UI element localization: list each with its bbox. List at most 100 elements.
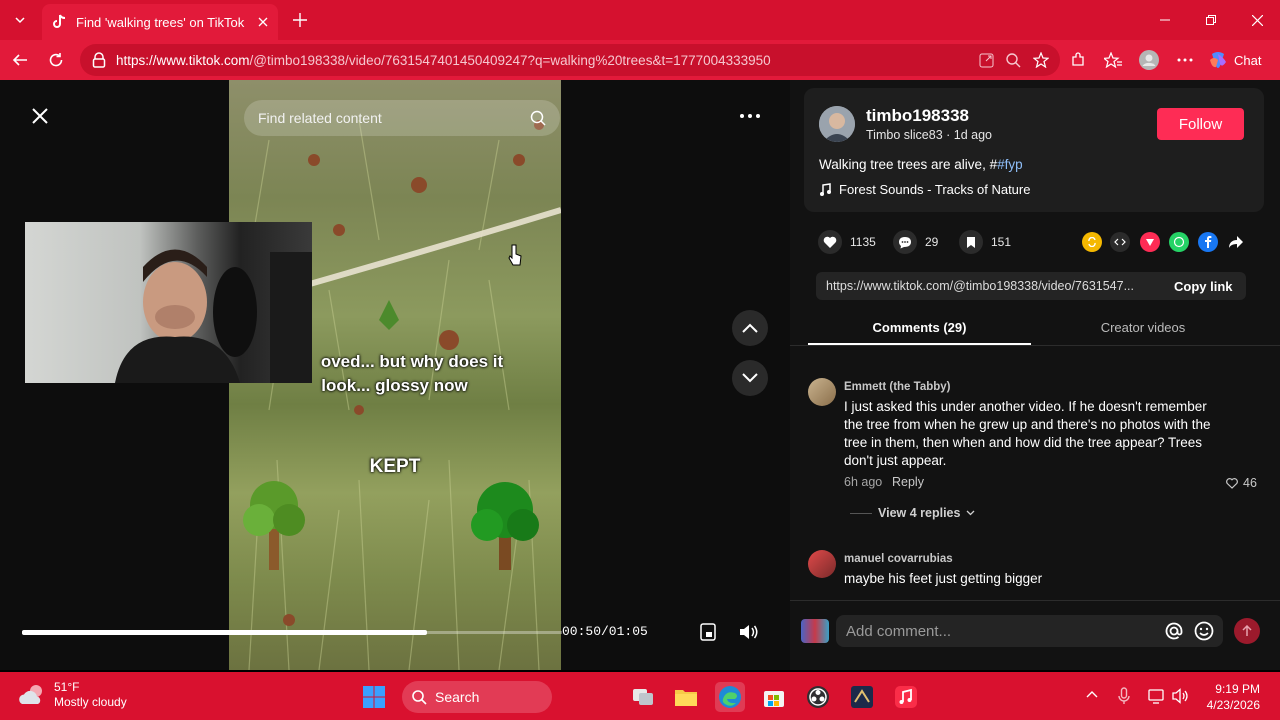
more-horizontal-icon <box>740 114 760 118</box>
edge-browser-button[interactable] <box>715 682 745 712</box>
caption-line-2: look... glossy now <box>321 376 468 395</box>
store-icon <box>764 691 784 707</box>
extensions-button[interactable] <box>1064 46 1092 74</box>
view-replies-button[interactable]: View 4 replies <box>850 506 975 520</box>
next-video-button[interactable] <box>732 360 768 396</box>
file-explorer-button[interactable] <box>671 682 701 712</box>
microphone-icon[interactable] <box>1118 687 1130 705</box>
caption-line-1: oved... but why does it <box>320 352 504 371</box>
commenter-avatar[interactable] <box>808 378 836 406</box>
send-to-friends-icon[interactable] <box>1140 232 1160 252</box>
taskbar-search[interactable]: Search <box>402 681 552 713</box>
tab-actions-menu-button[interactable] <box>6 6 34 34</box>
site-info-icon[interactable] <box>92 52 106 68</box>
folder-icon <box>675 690 697 706</box>
copilot-chat-button[interactable]: Chat <box>1208 46 1272 74</box>
comment-author[interactable]: manuel covarrubias <box>844 553 953 565</box>
search-icon <box>412 689 427 705</box>
follow-button[interactable]: Follow <box>1157 108 1244 140</box>
reply-button[interactable]: Reply <box>892 475 924 489</box>
close-icon <box>32 108 48 124</box>
microsoft-store-button[interactable] <box>759 682 789 712</box>
webcam-person <box>115 249 312 383</box>
refresh-button[interactable] <box>42 46 70 74</box>
find-related-placeholder: Find related content <box>258 110 382 126</box>
close-video-button[interactable] <box>24 100 56 132</box>
edge-icon <box>719 686 741 708</box>
close-window-button[interactable] <box>1234 0 1280 40</box>
restore-icon <box>1206 15 1216 25</box>
comment-count: 29 <box>925 235 939 249</box>
commenter-avatar[interactable] <box>808 550 836 578</box>
post-comment-button[interactable] <box>1234 618 1260 644</box>
windows-logo-icon <box>363 686 385 708</box>
comment-stat[interactable]: 29 <box>893 230 938 254</box>
open-in-app-button[interactable] <box>972 46 1000 74</box>
more-horizontal-icon <box>1177 58 1193 62</box>
plus-icon <box>293 13 307 27</box>
timecode: 00:50/01:05 <box>562 624 648 639</box>
weather-desc: Mostly cloudy <box>54 695 127 709</box>
facebook-icon[interactable] <box>1198 232 1218 252</box>
embed-icon[interactable] <box>1110 232 1130 252</box>
music-link[interactable]: Forest Sounds - Tracks of Nature <box>819 182 1030 197</box>
comment-text: I just asked this under another video. I… <box>844 399 1211 468</box>
share-icon[interactable] <box>1226 232 1246 252</box>
game-app-button[interactable] <box>847 682 877 712</box>
heart-icon[interactable] <box>818 230 842 254</box>
favorites-icon <box>1104 52 1122 68</box>
url-path: /@timbo198338/video/7631547401450409247?… <box>249 52 771 68</box>
tab-divider <box>790 345 1280 346</box>
volume-button[interactable] <box>733 616 765 648</box>
creator-username[interactable]: timbo198338 <box>866 106 969 126</box>
system-clock[interactable]: 9:19 PM 4/23/2026 <box>1180 681 1260 713</box>
more-options-button[interactable] <box>734 100 766 132</box>
comment-author[interactable]: Emmett (the Tabby) <box>844 381 951 393</box>
previous-video-button[interactable] <box>732 310 768 346</box>
favorite-button[interactable] <box>1027 46 1055 74</box>
hashtag-link[interactable]: #fyp <box>997 157 1023 172</box>
tree-emoji-left <box>243 481 305 570</box>
mention-icon[interactable] <box>1164 621 1184 641</box>
save-stat[interactable]: 151 <box>959 230 1011 254</box>
music-app-button[interactable] <box>891 682 921 712</box>
start-button[interactable] <box>359 682 389 712</box>
restore-button[interactable] <box>1188 0 1234 40</box>
settings-more-button[interactable] <box>1171 46 1199 74</box>
creator-avatar[interactable] <box>819 106 855 142</box>
my-avatar <box>801 619 829 643</box>
minimize-icon <box>1160 19 1170 21</box>
back-button[interactable] <box>6 46 34 74</box>
obs-button[interactable] <box>803 682 833 712</box>
share-link-url[interactable]: https://www.tiktok.com/@timbo198338/vide… <box>826 279 1158 293</box>
find-related-search[interactable]: Find related content <box>244 100 560 136</box>
repost-icon[interactable] <box>1082 232 1102 252</box>
address-bar[interactable]: https://www.tiktok.com/@timbo198338/vide… <box>80 44 1060 76</box>
comment-like[interactable]: 46 <box>1226 476 1257 490</box>
weather-widget[interactable]: 51°F Mostly cloudy <box>18 680 127 710</box>
minimize-button[interactable] <box>1142 0 1188 40</box>
picture-in-picture-button[interactable] <box>692 616 724 648</box>
network-icon[interactable] <box>1148 688 1166 704</box>
chevron-down-icon <box>15 17 25 24</box>
active-tab[interactable]: Find 'walking trees' on TikTok <box>42 4 278 40</box>
search-icon[interactable] <box>530 110 546 126</box>
caption-kept: KEPT <box>369 456 421 477</box>
bookmark-icon[interactable] <box>959 230 983 254</box>
close-tab-icon[interactable] <box>258 17 268 27</box>
task-view-button[interactable] <box>628 682 658 712</box>
whatsapp-icon[interactable] <box>1169 232 1189 252</box>
game-icon <box>851 686 873 708</box>
profile-button[interactable] <box>1135 46 1163 74</box>
emoji-icon[interactable] <box>1194 621 1214 641</box>
new-tab-button[interactable] <box>288 8 312 32</box>
like-stat[interactable]: 1135 <box>818 230 876 254</box>
comment-icon[interactable] <box>893 230 917 254</box>
tab-creator-videos[interactable]: Creator videos <box>1031 320 1255 346</box>
weather-cloudy-icon <box>19 685 42 704</box>
favorites-button[interactable] <box>1099 46 1127 74</box>
zoom-button[interactable] <box>999 46 1027 74</box>
weather-temp: 51°F <box>54 680 80 694</box>
copy-link-button[interactable]: Copy link <box>1174 279 1233 294</box>
show-hidden-icons-icon[interactable] <box>1086 690 1098 698</box>
